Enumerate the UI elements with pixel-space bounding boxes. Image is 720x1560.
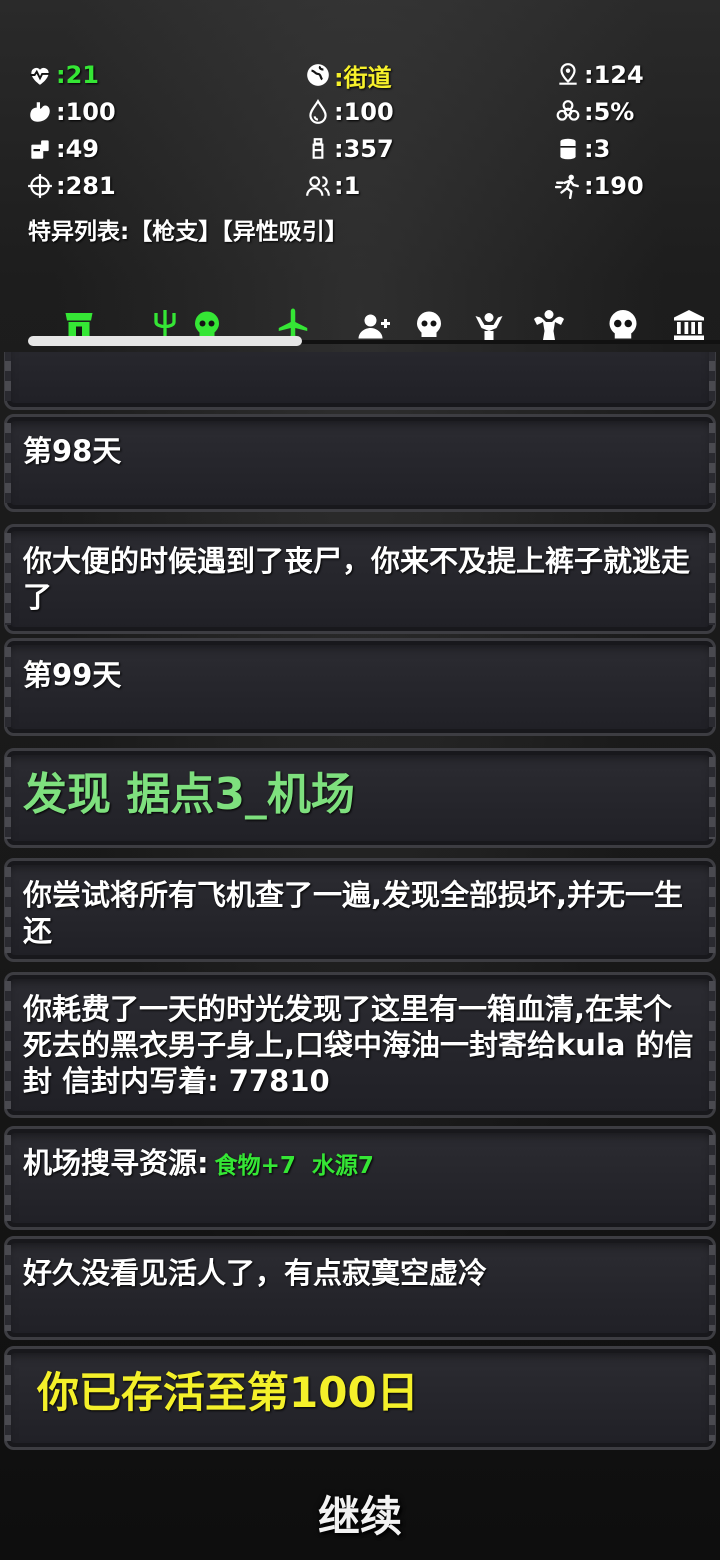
biohazard-icon [554,98,582,126]
stat-distance: :124 [554,58,644,92]
log-event-text: 好久没看见活人了，有点寂寞空虚冷 [23,1256,488,1290]
log-day-99: 第99天 [23,658,122,692]
stat-distance-value: :124 [584,61,644,89]
log-search-label: 机场搜寻资源: [23,1146,209,1180]
list-item: 第99天 [4,638,716,736]
stat-food-value: :100 [56,98,116,126]
stat-speed-value: :190 [584,172,644,200]
supplies-icon [26,135,54,163]
list-item: 发现 据点3_机场 [4,748,716,848]
list-item: 你已存活至第100日 [4,1346,716,1450]
crosshair-icon [26,172,54,200]
heartbeat-icon [26,61,54,89]
log-discover-text: 发现 据点3_机场 [23,769,355,820]
water-drop-icon [304,98,332,126]
running-icon [554,172,582,200]
list-item: 你大便的时候遇到了丧尸，你来不及提上裤子就逃走了 [4,524,716,634]
stat-companions: :1 [304,169,360,203]
stat-health: :21 [26,58,99,92]
stat-companions-value: :1 [334,172,361,200]
tab-active-indicator [28,336,302,346]
list-item: 机场搜寻资源: 食物+7 水源7 [4,1126,716,1230]
skull-icon [609,310,637,339]
log-search-food: 食物+7 [214,1153,296,1179]
stat-supplies: :49 [26,132,99,166]
add-user-icon [358,314,390,339]
tab-divider [300,340,720,344]
stat-aim: :281 [26,169,116,203]
map-pin-icon [554,61,582,89]
skull-icon [417,311,441,337]
stat-location-value: :街道 [334,63,392,92]
list-item: 你尝试将所有飞机查了一遍,发现全部损坏,并无一生还 [4,858,716,962]
log-search-water: 水源7 [311,1153,374,1179]
traits-list: 特异列表:【枪支】【异性吸引】 [28,219,348,245]
bank-icon [674,310,704,340]
can-icon [554,135,582,163]
stat-bullets-value: :357 [334,135,394,163]
continue-button[interactable]: 继续 [260,1478,460,1548]
stat-water-value: :100 [334,98,394,126]
list-item [4,352,716,410]
stat-food: :100 [26,95,116,129]
log-survived-text: 你已存活至第100日 [37,1368,419,1417]
bullet-icon [304,135,332,163]
list-item: 第98天 [4,414,716,512]
log-event-text: 你尝试将所有飞机查了一遍,发现全部损坏,并无一生还 [23,878,684,948]
list-item: 你耗费了一天的时光发现了这里有一箱血清,在某个死去的黑衣男子身上,口袋中海油一封… [4,972,716,1118]
globe-icon [304,61,332,89]
stat-speed: :190 [554,169,644,203]
stat-infection: :5% [554,95,634,129]
stat-aim-value: :281 [56,172,116,200]
log-event-text: 你大便的时候遇到了丧尸，你来不及提上裤子就逃走了 [23,544,691,614]
stat-infection-value: :5% [584,98,635,126]
log-day-98: 第98天 [23,434,122,468]
users-icon [304,172,332,200]
stat-water: :100 [304,95,394,129]
stat-location: :街道 [304,58,392,92]
hands-icon [475,313,503,340]
stats-panel: :21 :街道 :124 :100 :100 :5% :49:357:3:… [0,58,720,218]
list-item: 好久没看见活人了，有点寂寞空虚冷 [4,1236,716,1340]
stat-cans-value: :3 [584,135,611,163]
stat-bullets: :357 [304,132,394,166]
stat-cans: :3 [554,132,610,166]
stat-health-value: :21 [56,61,99,89]
stat-supplies-value: :49 [56,135,99,163]
stomach-icon [26,98,54,126]
muscle-icon [534,310,564,340]
event-log[interactable]: 第98天 你大便的时候遇到了丧尸，你来不及提上裤子就逃走了 第99天 发现 据点… [0,352,720,1452]
log-event-text: 你耗费了一天的时光发现了这里有一箱血清,在某个死去的黑衣男子身上,口袋中海油一封… [23,992,694,1098]
